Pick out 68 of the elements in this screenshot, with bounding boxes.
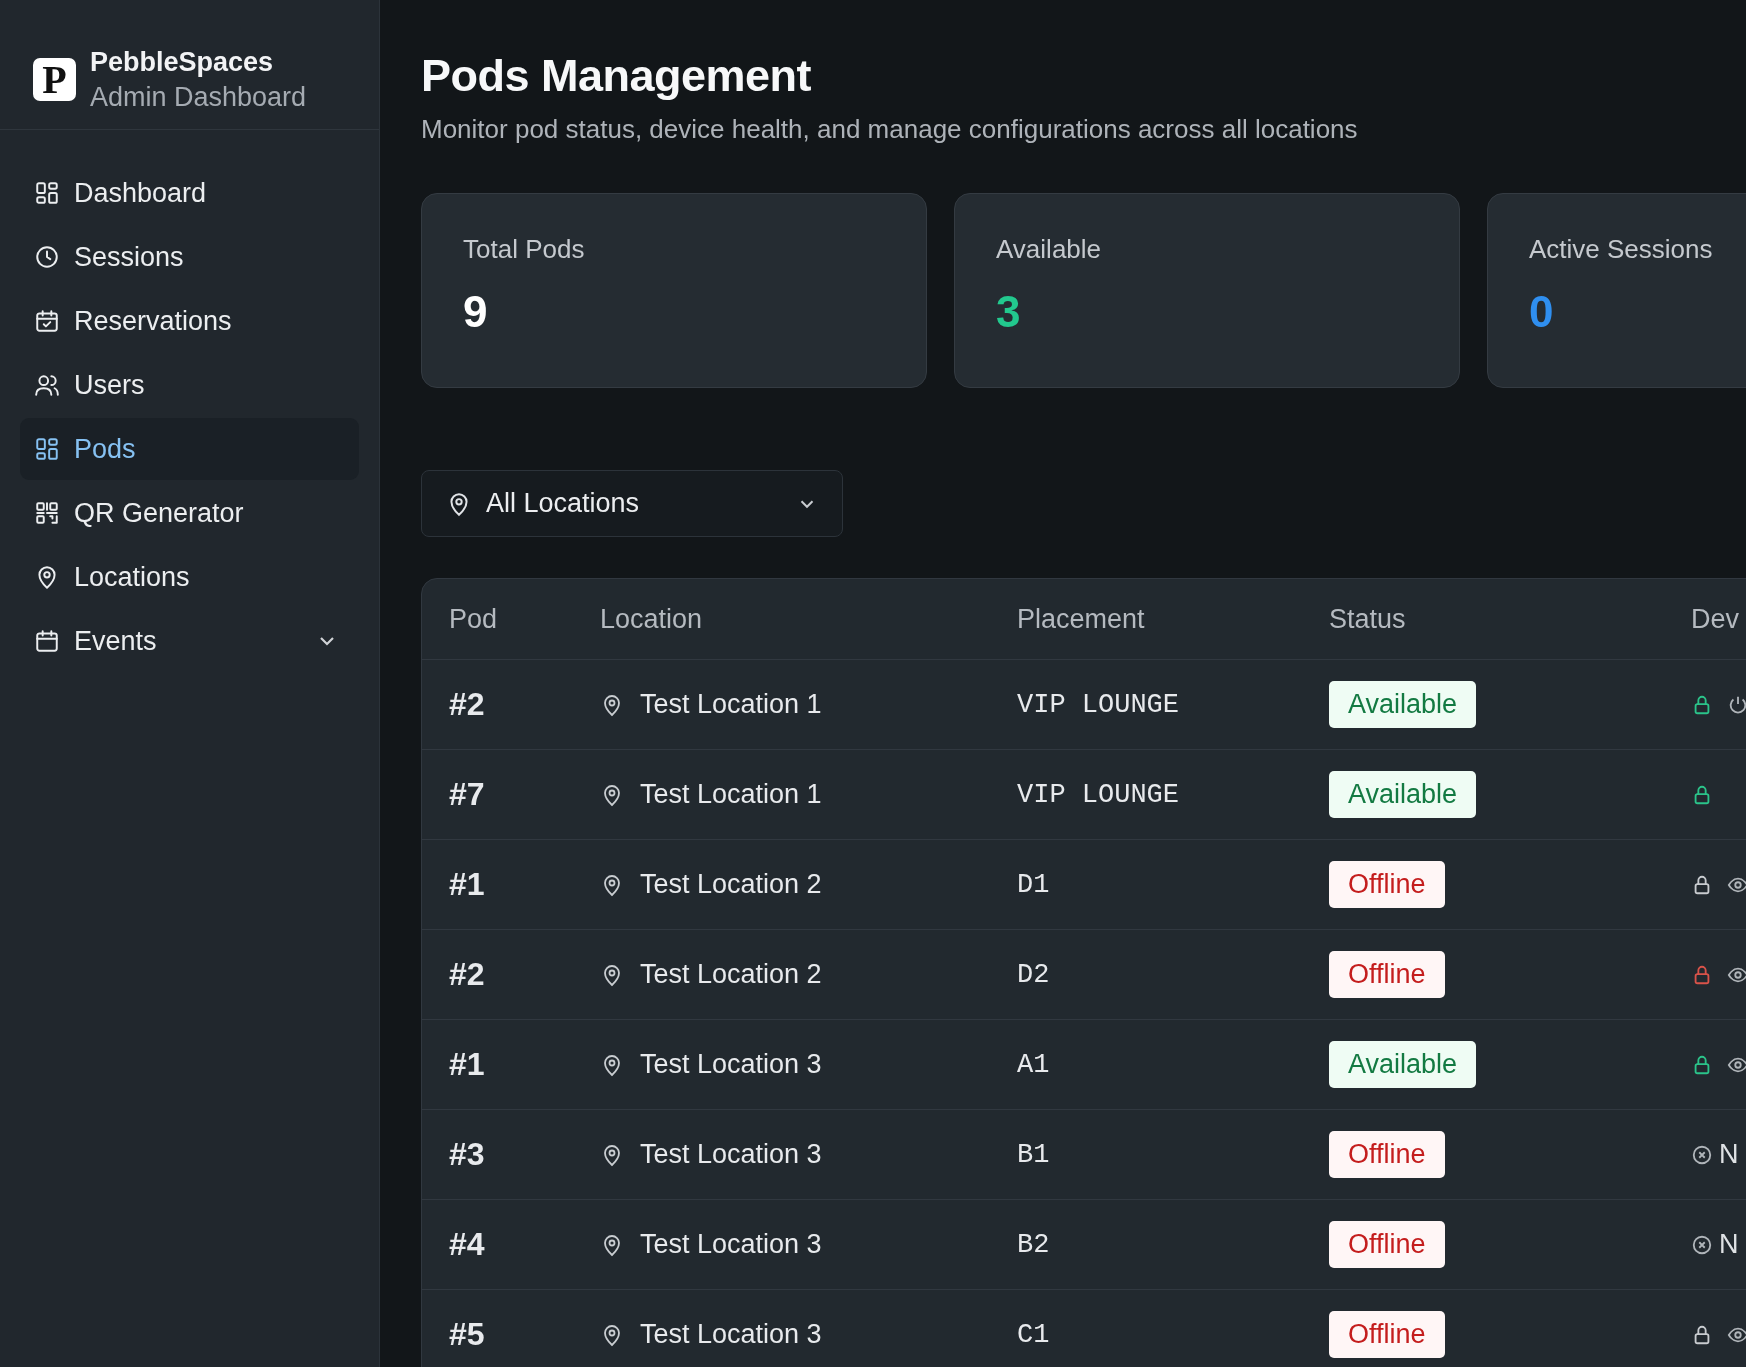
qr-icon [34,500,60,526]
grid-icon [34,436,60,462]
location-name: Test Location 3 [640,1049,822,1080]
stat-value: 0 [1529,287,1555,337]
device-status: N [1719,1139,1739,1170]
calendar-icon [34,628,60,654]
location-name: Test Location 2 [640,869,822,900]
location-dropdown[interactable]: All Locations [421,470,843,537]
status-badge: Offline [1329,1221,1445,1268]
pod-number: #7 [448,776,486,813]
location-name: Test Location 2 [640,959,822,990]
status-badge: Available [1329,681,1477,728]
nav-item[interactable]: QR Generator [20,482,359,544]
status-badge: Available [1329,1041,1477,1088]
location-name: Test Location 1 [640,779,822,810]
clock-icon [34,244,60,270]
status-badge: Offline [1329,951,1445,998]
brand-name: PebbleSpaces [90,46,275,78]
stat-value: 3 [996,287,1022,337]
pod-number: #1 [448,866,486,903]
grid-icon [34,180,60,206]
calendar-check-icon [34,308,60,334]
stat-value: 9 [463,287,489,337]
pod-number: #5 [448,1316,486,1353]
nav-item[interactable]: Users [20,354,359,416]
x-circle-icon [1691,1233,1713,1256]
logo-icon: P [33,58,76,101]
placement-code: D2 [1017,959,1051,990]
column-header: Pod [448,603,499,635]
location-name: Test Location 3 [640,1229,822,1260]
placement-code: B2 [1017,1229,1051,1260]
placement-code: D1 [1017,869,1051,900]
location-name: Test Location 3 [640,1139,822,1170]
stat-label: Total Pods [463,234,586,265]
pod-number: #2 [448,956,486,993]
pod-number: #1 [448,1046,486,1083]
page-subtitle: Monitor pod status, device health, and manage configurations across all locations [421,114,1359,145]
placement-code: B1 [1017,1139,1051,1170]
stat-label: Active Sessions [1529,234,1714,265]
column-header: Placement [1017,603,1146,635]
nav-item[interactable]: Sessions [20,226,359,288]
nav-item[interactable]: Pods [20,418,359,480]
pod-number: #3 [448,1136,486,1173]
nav-item[interactable]: Locations [20,546,359,608]
x-circle-icon [1691,1143,1713,1166]
brand-subtitle: Admin Dashboard [90,81,307,113]
page-title: Pods Management [421,50,813,102]
pod-number: #2 [448,686,486,723]
status-badge: Available [1329,771,1477,818]
placement-code: A1 [1017,1049,1051,1080]
device-status: N [1719,1229,1739,1260]
nav-item[interactable]: Reservations [20,290,359,352]
placement-code: VIP LOUNGE [1017,689,1181,720]
column-header: Dev [1691,603,1740,635]
users-icon [34,372,60,398]
status-badge: Offline [1329,861,1445,908]
stat-label: Available [996,234,1103,265]
status-badge: Offline [1329,1131,1445,1178]
status-badge: Offline [1329,1311,1445,1358]
location-name: Test Location 3 [640,1319,822,1350]
column-header: Status [1329,603,1407,635]
pod-number: #4 [448,1226,486,1263]
placement-code: VIP LOUNGE [1017,779,1181,810]
placement-code: C1 [1017,1319,1051,1350]
location-name: Test Location 1 [640,689,822,720]
nav-item[interactable]: Events [20,610,359,672]
column-header: Location [600,603,704,635]
nav-item[interactable]: Dashboard [20,162,359,224]
